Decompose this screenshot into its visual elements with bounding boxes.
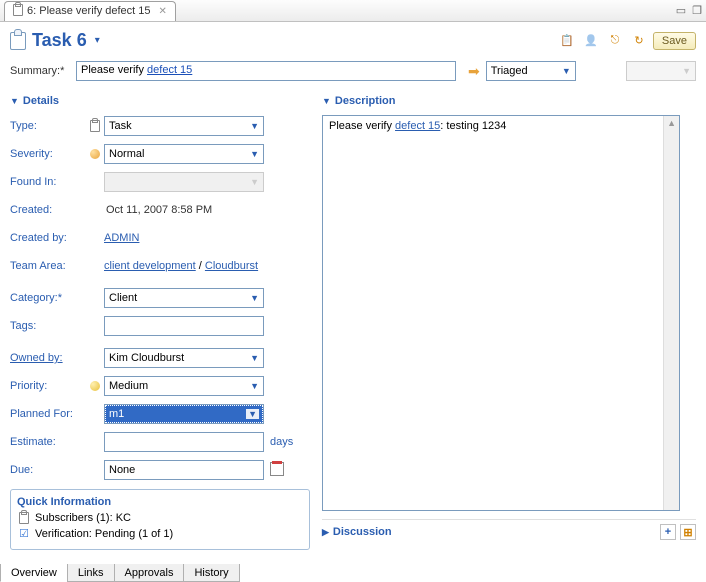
createdby-label: Created by: [10, 232, 86, 244]
user-icon: 👤 [581, 31, 601, 51]
ownedby-select[interactable]: Kim Cloudburst ▼ [104, 348, 264, 368]
plannedfor-select[interactable]: m1 ▼ [104, 404, 264, 424]
priority-label: Priority: [10, 380, 86, 392]
resolution-select[interactable]: ▼ [626, 61, 696, 81]
category-select[interactable]: Client ▼ [104, 288, 264, 308]
tab-approvals[interactable]: Approvals [114, 564, 185, 582]
description-section-header[interactable]: ▼ Description [322, 95, 696, 107]
due-input[interactable]: None [104, 460, 264, 480]
severity-label: Severity: [10, 148, 86, 160]
type-select[interactable]: Task ▼ [104, 116, 264, 136]
add-comment-button[interactable]: + [660, 524, 676, 540]
plannedfor-label: Planned For: [10, 408, 86, 420]
expand-all-button[interactable]: ⊞ [680, 524, 696, 540]
chevron-down-icon: ▼ [250, 381, 259, 391]
clipboard-icon [10, 32, 26, 50]
editor-tab[interactable]: 6: Please verify defect 15 ✕ [4, 1, 176, 21]
createdby-link[interactable]: ADMIN [104, 232, 139, 244]
save-button[interactable]: Save [653, 32, 696, 50]
estimate-input[interactable] [104, 432, 264, 452]
arrow-right-icon: ➡ [468, 63, 480, 80]
quick-info-header: Quick Information [17, 496, 303, 508]
tab-history[interactable]: History [183, 564, 239, 582]
foundin-label: Found In: [10, 176, 86, 188]
quick-info-box: Quick Information Subscribers (1): KC ☑ … [10, 489, 310, 550]
teamarea-link2[interactable]: Cloudburst [205, 260, 258, 272]
teamarea-link1[interactable]: client development [104, 260, 196, 272]
chevron-down-icon: ▼ [250, 149, 259, 159]
clipboard-icon [86, 120, 104, 132]
refresh-icon[interactable]: ↻ [629, 31, 649, 51]
severity-icon [86, 149, 104, 159]
priority-select[interactable]: Medium ▼ [104, 376, 264, 396]
ownedby-label[interactable]: Owned by: [10, 352, 86, 364]
summary-input[interactable]: Please verify defect 15 [76, 61, 456, 81]
chevron-down-icon: ▼ [250, 293, 259, 303]
tab-overview[interactable]: Overview [0, 564, 68, 582]
status-select[interactable]: Triaged ▼ [486, 61, 576, 81]
editor-tab-bar: 6: Please verify defect 15 ✕ ▭ ❐ [0, 0, 706, 22]
collapse-icon: ▼ [322, 96, 331, 106]
defect-link[interactable]: defect 15 [147, 64, 192, 76]
tab-title: 6: Please verify defect 15 [27, 5, 151, 17]
tags-input[interactable] [104, 316, 264, 336]
foundin-select[interactable]: ▼ [104, 172, 264, 192]
estimate-label: Estimate: [10, 436, 86, 448]
type-label: Type: [10, 120, 86, 132]
scrollbar[interactable] [663, 116, 679, 510]
chevron-down-icon: ▼ [682, 66, 691, 76]
minimize-icon[interactable]: ▭ [676, 4, 686, 17]
priority-icon [86, 381, 104, 391]
description-textarea[interactable]: Please verify defect 15: testing 1234 ▲ [322, 115, 680, 511]
days-suffix: days [270, 436, 293, 448]
bottom-tab-bar: Overview Links Approvals History [0, 564, 239, 582]
chevron-down-icon: ▼ [246, 409, 259, 419]
severity-select[interactable]: Normal ▼ [104, 144, 264, 164]
link-icon[interactable]: ⎋ [605, 31, 625, 51]
details-section-header[interactable]: ▼ Details [10, 95, 310, 107]
verification-text: Verification: Pending (1 of 1) [35, 528, 173, 540]
tab-links[interactable]: Links [67, 564, 115, 582]
clipboard-icon [13, 4, 23, 19]
chevron-down-icon: ▼ [562, 66, 571, 76]
verification-icon: ☑ [17, 527, 31, 540]
close-tab-icon[interactable]: ✕ [159, 6, 167, 17]
discussion-section-header[interactable]: ▶ Discussion + ⊞ [322, 519, 696, 540]
expand-icon: ▶ [322, 527, 329, 538]
defect-link[interactable]: defect 15 [395, 120, 440, 132]
tags-label: Tags: [10, 320, 86, 332]
teamarea-label: Team Area: [10, 260, 86, 272]
created-label: Created: [10, 204, 86, 216]
calendar-icon[interactable] [270, 462, 284, 479]
scroll-up-icon[interactable]: ▲ [667, 118, 676, 128]
collapse-icon: ▼ [10, 96, 19, 106]
chevron-down-icon: ▼ [250, 353, 259, 363]
subscribers-icon [17, 512, 31, 524]
subscribers-text: Subscribers (1): KC [35, 512, 131, 524]
chevron-down-icon: ▼ [250, 121, 259, 131]
due-label: Due: [10, 464, 86, 476]
category-label: Category:* [10, 292, 86, 304]
summary-label: Summary:* [10, 65, 70, 77]
copy-icon[interactable]: 📋 [557, 31, 577, 51]
title-menu-caret[interactable]: ▾ [95, 35, 100, 46]
created-value: Oct 11, 2007 8:58 PM [104, 204, 212, 216]
maximize-icon[interactable]: ❐ [692, 4, 702, 17]
page-title: Task 6 [32, 30, 87, 51]
chevron-down-icon: ▼ [250, 177, 259, 187]
